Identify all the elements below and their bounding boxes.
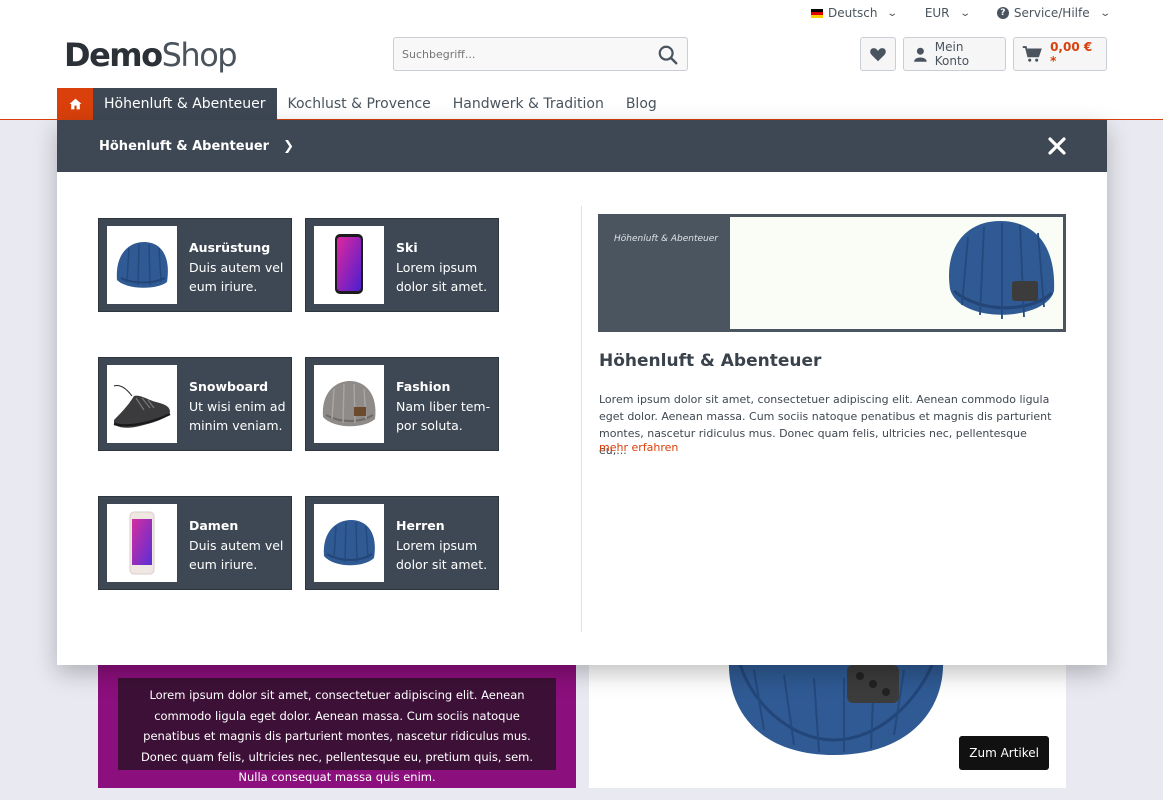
more-link[interactable]: mehr erfahren (599, 441, 678, 454)
logo-light: Shop (161, 36, 238, 74)
beanie-teaser-icon (949, 221, 1055, 319)
category-tile-ski[interactable]: Ski Lorem ipsum dolor sit amet. (305, 218, 499, 312)
site-header: Deutsch ⌄ EUR ⌄ ? Service/Hilfe ⌄ DemoSh… (0, 0, 1163, 120)
flyout-header: Höhenluft & Abenteuer ❯ (57, 120, 1107, 172)
currency-label: EUR (924, 6, 950, 20)
zum-artikel-button[interactable]: Zum Artikel (959, 736, 1049, 770)
search-box (393, 37, 688, 71)
shop-logo[interactable]: DemoShop (64, 36, 238, 74)
category-tile-damen[interactable]: Damen Duis autem vel eum iriure. (98, 496, 292, 590)
teaser-label: Höhenluft & Abenteuer (601, 217, 730, 329)
main-navigation: Höhenluft & Abenteuer Kochlust & Provenc… (57, 88, 668, 120)
tile-line: eum iriure. (189, 279, 258, 294)
tile-text: Ausrüstung Duis autem vel eum iriure. (177, 219, 283, 311)
tile-line: Lorem ipsum (396, 259, 478, 275)
tile-title: Ausrüstung (189, 240, 271, 255)
sneaker-icon (113, 385, 171, 428)
cart-icon (1022, 46, 1042, 62)
blue-beanie-icon (116, 242, 168, 288)
category-tile-fashion[interactable]: Fashion Nam liber tem- por soluta. (305, 357, 499, 451)
tile-text: Herren Lorem ipsum dolor sit amet. (384, 497, 487, 589)
home-icon (69, 98, 81, 110)
heart-icon (870, 48, 886, 62)
home-button[interactable] (57, 88, 93, 120)
user-icon (914, 47, 927, 62)
tile-line: Duis autem vel (189, 259, 284, 275)
tile-line: por soluta. (396, 418, 463, 433)
grey-beanie-icon (322, 381, 376, 427)
smartphone-icon (129, 511, 155, 575)
tile-title: Ski (396, 240, 418, 255)
tile-thumbnail (314, 365, 384, 443)
language-switch[interactable]: Deutsch ⌄ (811, 6, 899, 20)
close-icon[interactable] (1047, 136, 1067, 156)
question-icon: ? (996, 7, 1009, 19)
tile-title: Damen (189, 518, 239, 533)
blue-beanie-icon (323, 520, 375, 566)
tile-title: Snowboard (189, 379, 269, 394)
promo-banner: Lorem ipsum dolor sit amet, consectetuer… (98, 660, 576, 788)
nav-item-kochlust[interactable]: Kochlust & Provence (277, 88, 442, 120)
flyout-header-title[interactable]: Höhenluft & Abenteuer (99, 139, 269, 154)
tile-line: dolor sit amet. (396, 279, 488, 294)
promo-text: Lorem ipsum dolor sit amet, consectetuer… (118, 678, 556, 784)
chevron-down-icon: ⌄ (1098, 7, 1111, 19)
nav-item-blog[interactable]: Blog (615, 88, 668, 120)
tile-line: Duis autem vel (189, 537, 284, 553)
tile-text: Fashion Nam liber tem- por soluta. (384, 358, 490, 450)
category-flyout: Höhenluft & Abenteuer ❯ Ausrüstung Duis … (57, 120, 1107, 665)
language-label: Deutsch (828, 6, 878, 20)
tile-thumbnail (107, 365, 177, 443)
tile-text: Ski Lorem ipsum dolor sit amet. (384, 219, 487, 311)
nav-item-handwerk[interactable]: Handwerk & Tradition (442, 88, 615, 120)
tile-line: Lorem ipsum (396, 537, 478, 553)
category-teaser-image[interactable]: Höhenluft & Abenteuer (598, 214, 1066, 332)
service-menu[interactable]: ? Service/Hilfe ⌄ (996, 6, 1111, 20)
chevron-down-icon: ⌄ (958, 7, 971, 19)
top-bar: Deutsch ⌄ EUR ⌄ ? Service/Hilfe ⌄ (783, 6, 1111, 20)
search-input[interactable] (394, 47, 644, 61)
smartphone-icon (335, 234, 363, 294)
tile-title: Fashion (396, 379, 451, 394)
tile-line: eum iriure. (189, 557, 258, 572)
logo-bold: Demo (64, 36, 163, 74)
search-icon[interactable] (657, 44, 679, 66)
flyout-divider (581, 206, 582, 632)
nav-item-hoehenluft[interactable]: Höhenluft & Abenteuer (93, 88, 277, 120)
chevron-down-icon: ⌄ (886, 7, 899, 19)
category-tile-ausruestung[interactable]: Ausrüstung Duis autem vel eum iriure. (98, 218, 292, 312)
tile-line: Ut wisi enim ad (189, 398, 286, 414)
tile-thumbnail (314, 226, 384, 304)
teaser-image-area (730, 217, 1063, 329)
currency-switch[interactable]: EUR ⌄ (924, 6, 971, 20)
wishlist-button[interactable] (860, 37, 896, 71)
tile-thumbnail (314, 504, 384, 582)
tile-text: Damen Duis autem vel eum iriure. (177, 497, 283, 589)
cart-total: 0,00 € * (1050, 40, 1093, 68)
category-tile-snowboard[interactable]: Snowboard Ut wisi enim ad minim veniam. (98, 357, 292, 451)
service-label: Service/Hilfe (1013, 6, 1090, 20)
account-label: Mein Konto (934, 40, 970, 68)
category-tile-herren[interactable]: Herren Lorem ipsum dolor sit amet. (305, 496, 499, 590)
tile-title: Herren (396, 518, 445, 533)
tile-thumbnail (107, 504, 177, 582)
flyout-title: Höhenluft & Abenteuer (599, 351, 822, 371)
tile-line: minim veniam. (189, 418, 283, 433)
chevron-right-icon[interactable]: ❯ (283, 139, 294, 154)
german-flag-icon (811, 8, 824, 18)
tile-line: dolor sit amet. (396, 557, 488, 572)
tile-line: Nam liber tem- (396, 398, 491, 414)
tile-text: Snowboard Ut wisi enim ad minim veniam. (177, 358, 286, 450)
tile-thumbnail (107, 226, 177, 304)
header-actions: Mein Konto 0,00 € * (860, 37, 1107, 71)
product-teaser: Zum Artikel (589, 660, 1066, 788)
cart-button[interactable]: 0,00 € * (1013, 37, 1107, 71)
account-button[interactable]: Mein Konto (903, 37, 1006, 71)
